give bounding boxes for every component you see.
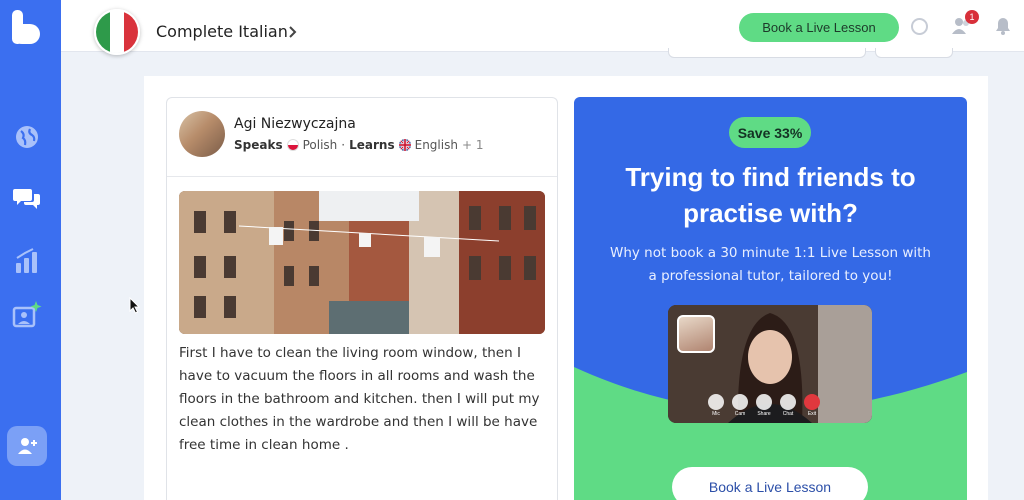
- hidden-control: [668, 48, 866, 58]
- chevron-right-icon[interactable]: [289, 26, 297, 38]
- mic-icon[interactable]: [708, 394, 724, 410]
- polish-flag-icon: [286, 139, 299, 151]
- save-badge: Save 33%: [729, 117, 811, 148]
- promo-title: Trying to find friends to practise with?: [625, 162, 916, 228]
- promo-subtitle: Why not book a 30 minute 1:1 Live Lesson…: [609, 245, 931, 284]
- post-card: Agi Niezwyczajna Speaks Polish · Learns …: [166, 97, 558, 500]
- post-image[interactable]: [179, 191, 545, 334]
- post-text: First I have to clean the living room wi…: [179, 345, 540, 453]
- share-icon[interactable]: [756, 394, 772, 410]
- divider: [167, 176, 557, 177]
- speaks-label: Speaks: [234, 138, 283, 152]
- book-live-lesson-cta[interactable]: Book a Live Lesson: [672, 467, 868, 500]
- video-controls: Mic Cam Share Chat Exit: [708, 394, 820, 417]
- camera-icon[interactable]: [732, 394, 748, 410]
- uk-flag-icon: [398, 139, 411, 151]
- live-lesson-promo: Save 33% Trying to find friends to pract…: [574, 97, 967, 500]
- exit-icon[interactable]: [804, 394, 820, 410]
- notification-badge: 1: [965, 10, 979, 24]
- learns-label: Learns: [349, 138, 395, 152]
- video-call-preview: Mic Cam Share Chat Exit: [668, 305, 872, 423]
- sidebar: [0, 0, 61, 500]
- separator: ·: [341, 138, 346, 152]
- italian-flag-icon[interactable]: [94, 9, 140, 55]
- course-title[interactable]: Complete Italian: [156, 22, 288, 41]
- globe-icon[interactable]: [12, 122, 42, 152]
- bell-icon[interactable]: [995, 17, 1011, 35]
- hidden-control: [875, 48, 953, 58]
- author-name[interactable]: Agi Niezwyczajna: [234, 116, 356, 132]
- add-friend-button[interactable]: [7, 426, 47, 466]
- learns-language: English: [414, 138, 458, 152]
- chat-bubbles-icon[interactable]: [12, 184, 42, 214]
- top-bar: Complete Italian Book a Live Lesson 1: [61, 0, 1024, 55]
- add-friend-icon: [18, 438, 37, 454]
- speaks-language: Polish: [302, 138, 338, 152]
- avatar[interactable]: [179, 111, 225, 157]
- language-info: Speaks Polish · Learns English + 1: [234, 138, 483, 152]
- mouse-cursor-icon: [129, 297, 141, 314]
- chat-icon[interactable]: [780, 394, 796, 410]
- video-self-view: [677, 315, 715, 353]
- progress-chart-icon[interactable]: [12, 246, 42, 276]
- app-logo-icon[interactable]: [12, 10, 42, 44]
- live-lesson-icon[interactable]: [12, 300, 42, 330]
- status-circle-icon[interactable]: [911, 18, 928, 35]
- book-live-lesson-button[interactable]: Book a Live Lesson: [739, 13, 899, 42]
- extra-languages: + 1: [461, 138, 484, 152]
